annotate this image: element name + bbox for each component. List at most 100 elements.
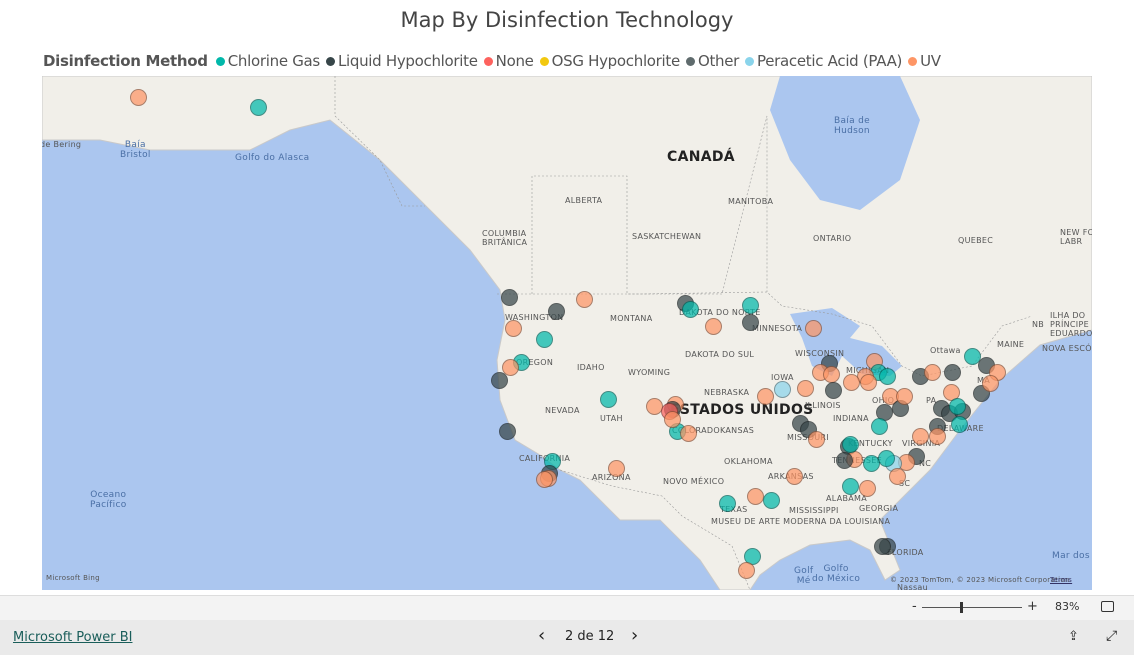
- page-indicator: 2 de 12: [565, 629, 615, 644]
- map-bubble-liquid-hypochlorite[interactable]: [499, 423, 516, 440]
- map-bubble-uv[interactable]: [757, 388, 774, 405]
- map-label-pacific: Oceano Pacífico: [90, 490, 127, 510]
- map-bubble-uv[interactable]: [924, 364, 941, 381]
- map-label-nassau: Nassau: [897, 583, 928, 590]
- legend-dot-icon: [685, 56, 695, 66]
- footer: Microsoft Power BI ‹ 2 de 12 › ⇪ ⤢: [0, 620, 1134, 655]
- power-bi-link[interactable]: Microsoft Power BI: [13, 630, 132, 645]
- zoom-slider[interactable]: [922, 602, 1022, 613]
- legend-item[interactable]: OSG Hypochlorite: [539, 52, 680, 70]
- map-bubble-chlorine-gas[interactable]: [536, 331, 553, 348]
- legend-item[interactable]: UV: [908, 52, 941, 70]
- legend-item[interactable]: Chlorine Gas: [215, 52, 321, 70]
- map-label-new_mexico: NOVO MÉXICO: [663, 477, 725, 486]
- previous-page-button[interactable]: ‹: [538, 625, 545, 646]
- zoom-out-button[interactable]: -: [912, 599, 917, 614]
- map-bubble-chlorine-gas[interactable]: [951, 416, 968, 433]
- map-bubble-uv[interactable]: [747, 488, 764, 505]
- map-bubble-uv[interactable]: [929, 428, 946, 445]
- map-bubble-chlorine-gas[interactable]: [878, 450, 895, 467]
- map-bubble-liquid-hypochlorite[interactable]: [836, 452, 853, 469]
- map-bubble-uv[interactable]: [664, 411, 681, 428]
- map-bubble-chlorine-gas[interactable]: [879, 368, 896, 385]
- map-bubble-chlorine-gas[interactable]: [871, 418, 888, 435]
- map-bubble-uv[interactable]: [912, 428, 929, 445]
- legend-item[interactable]: None: [483, 52, 534, 70]
- next-page-button[interactable]: ›: [631, 625, 638, 646]
- legend-title: Disinfection Method: [43, 52, 208, 70]
- terms-link[interactable]: Terms: [1050, 576, 1072, 584]
- map-label-minnesota: MINNESOTA: [752, 324, 803, 333]
- fit-to-page-icon[interactable]: [1101, 601, 1114, 612]
- map-bubble-uv[interactable]: [680, 425, 697, 442]
- map-bubble-chlorine-gas[interactable]: [742, 297, 759, 314]
- map-bubble-chlorine-gas[interactable]: [842, 436, 859, 453]
- map-bubble-uv[interactable]: [982, 375, 999, 392]
- map-label-wyoming: WYOMING: [628, 368, 671, 377]
- legend-dot-icon: [908, 56, 918, 66]
- map-label-gulf_mexico: Golfo do México: [812, 564, 861, 584]
- map-label-manitoba: MANITOBA: [728, 197, 774, 206]
- map-bubble-liquid-hypochlorite[interactable]: [501, 289, 518, 306]
- map-bubble-uv[interactable]: [608, 460, 625, 477]
- zoom-slider-thumb[interactable]: [960, 602, 963, 613]
- map-label-usa: ESTADOS UNIDOS: [670, 402, 814, 418]
- map-bubble-chlorine-gas[interactable]: [949, 398, 966, 415]
- map-label-hudson: Baía de Hudson: [834, 116, 870, 136]
- map-label-utah: UTAH: [600, 414, 623, 423]
- legend-dot-icon: [215, 56, 225, 66]
- map-bubble-liquid-hypochlorite[interactable]: [944, 364, 961, 381]
- map-bubble-uv[interactable]: [889, 468, 906, 485]
- map-bubble-uv[interactable]: [797, 380, 814, 397]
- map-bubble-uv[interactable]: [738, 562, 755, 579]
- map-bubble-chlorine-gas[interactable]: [719, 495, 736, 512]
- map-bubble-chlorine-gas[interactable]: [250, 99, 267, 116]
- map-label-alabama: ALABAMA: [826, 494, 868, 503]
- map-bubble-chlorine-gas[interactable]: [763, 492, 780, 509]
- map-bubble-uv[interactable]: [859, 480, 876, 497]
- map-bubble-uv[interactable]: [130, 89, 147, 106]
- map-bubble-liquid-hypochlorite[interactable]: [825, 382, 842, 399]
- map-label-indiana: INDIANA: [833, 414, 869, 423]
- map-bubble-liquid-hypochlorite[interactable]: [742, 314, 759, 331]
- share-icon[interactable]: ⇪: [1068, 629, 1079, 644]
- map-bubble-uv[interactable]: [843, 374, 860, 391]
- map-label-canada: CANADÁ: [667, 149, 735, 165]
- map-bubble-chlorine-gas[interactable]: [842, 478, 859, 495]
- fullscreen-icon[interactable]: ⤢: [1106, 628, 1117, 644]
- map-bubble-uv[interactable]: [808, 431, 825, 448]
- map-label-georgia: GEORGIA: [859, 504, 899, 513]
- map-label-illinois: ILLINOIS: [805, 401, 841, 410]
- map-bubble-liquid-hypochlorite[interactable]: [548, 303, 565, 320]
- map-bubble-chlorine-gas[interactable]: [682, 301, 699, 318]
- map-bubble-chlorine-gas[interactable]: [600, 391, 617, 408]
- legend-label: Peracetic Acid (PAA): [757, 52, 903, 70]
- legend-item[interactable]: Peracetic Acid (PAA): [745, 52, 902, 70]
- map-bubble-paa[interactable]: [774, 381, 791, 398]
- map-bubble-uv[interactable]: [805, 320, 822, 337]
- map-label-newf: NEW FO LABR: [1060, 228, 1092, 246]
- map-bubble-uv[interactable]: [786, 468, 803, 485]
- map-bubble-liquid-hypochlorite[interactable]: [491, 372, 508, 389]
- legend-label: UV: [920, 52, 941, 70]
- map-bubble-uv[interactable]: [505, 320, 522, 337]
- map-bubble-uv[interactable]: [823, 366, 840, 383]
- legend-item[interactable]: Other: [685, 52, 739, 70]
- map-bubble-uv[interactable]: [576, 291, 593, 308]
- visual-title: Map By Disinfection Technology: [400, 8, 734, 32]
- legend-item[interactable]: Liquid Hypochlorite: [325, 52, 478, 70]
- map-bubble-uv[interactable]: [705, 318, 722, 335]
- map-bubble-chlorine-gas[interactable]: [863, 455, 880, 472]
- legend-label: Chlorine Gas: [227, 52, 321, 70]
- map-label-oklahoma: OKLAHOMA: [724, 457, 773, 466]
- map-label-wisconsin: WISCONSIN: [795, 349, 845, 358]
- map-bubble-liquid-hypochlorite[interactable]: [874, 538, 891, 555]
- map[interactable]: CANADÁ ESTADOS UNIDOS de Bering Baía Bristo…: [42, 76, 1092, 590]
- map-label-golf: Golf Mé: [794, 566, 814, 586]
- map-label-ns: NOVA ESCÓCIA: [1042, 344, 1092, 353]
- map-bubble-uv[interactable]: [536, 471, 553, 488]
- zoom-in-button[interactable]: +: [1027, 599, 1038, 614]
- map-label-alberta: ALBERTA: [565, 196, 603, 205]
- map-bubble-uv[interactable]: [860, 374, 877, 391]
- map-bubble-uv[interactable]: [896, 388, 913, 405]
